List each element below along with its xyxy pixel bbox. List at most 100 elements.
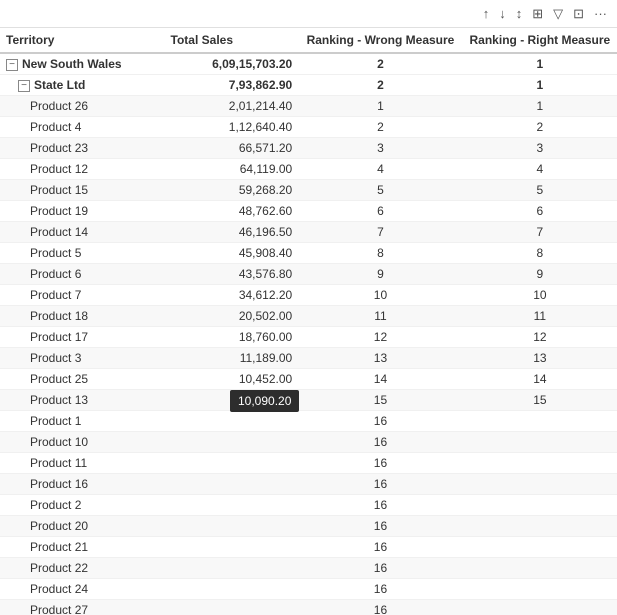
cell-territory: Product 4 bbox=[0, 117, 165, 138]
cell-rank-wrong: 3 bbox=[298, 138, 463, 159]
row-label: Product 13 bbox=[30, 393, 88, 407]
cell-territory: Product 20 bbox=[0, 516, 165, 537]
cell-rank-wrong: 8 bbox=[298, 243, 463, 264]
cell-sales: 43,576.80 bbox=[165, 264, 299, 285]
col-header-sales[interactable]: Total Sales bbox=[165, 28, 299, 53]
table-row: −State Ltd7,93,862.9021 bbox=[0, 75, 617, 96]
table-row: Product 1016 bbox=[0, 432, 617, 453]
cell-territory: Product 23 bbox=[0, 138, 165, 159]
cell-territory: Product 19 bbox=[0, 201, 165, 222]
cell-sales: 45,908.40 bbox=[165, 243, 299, 264]
table-row: Product 1559,268.2055 bbox=[0, 180, 617, 201]
cell-sales: 10,452.00 bbox=[165, 369, 299, 390]
sort-both-icon[interactable]: ↕ bbox=[514, 4, 525, 23]
cell-rank-right bbox=[463, 495, 617, 516]
row-label: Product 18 bbox=[30, 309, 88, 323]
row-label: Product 25 bbox=[30, 372, 88, 386]
table-row: Product 1446,196.5077 bbox=[0, 222, 617, 243]
cell-sales bbox=[165, 453, 299, 474]
row-label: Product 21 bbox=[30, 540, 88, 554]
cell-rank-wrong: 16 bbox=[298, 600, 463, 615]
cell-rank-right: 9 bbox=[463, 264, 617, 285]
row-label: Product 23 bbox=[30, 141, 88, 155]
expand-icon[interactable]: ⊞ bbox=[530, 4, 545, 24]
cell-rank-right bbox=[463, 516, 617, 537]
cell-rank-right: 8 bbox=[463, 243, 617, 264]
table-row: Product 27 16 bbox=[0, 600, 617, 615]
cell-rank-right bbox=[463, 600, 617, 615]
row-label: Product 6 bbox=[30, 267, 81, 281]
cell-sales: 48,762.60 bbox=[165, 201, 299, 222]
cell-territory: Product 10 bbox=[0, 432, 165, 453]
cell-sales: 2,01,214.40 bbox=[165, 96, 299, 117]
cell-rank-wrong: 5 bbox=[298, 180, 463, 201]
collapse-icon[interactable]: − bbox=[6, 59, 18, 71]
cell-rank-right bbox=[463, 558, 617, 579]
collapse-icon[interactable]: − bbox=[18, 80, 30, 92]
cell-territory: Product 1 bbox=[0, 411, 165, 432]
row-label: Product 7 bbox=[30, 288, 81, 302]
cell-rank-right bbox=[463, 432, 617, 453]
row-label: New South Wales bbox=[22, 57, 122, 71]
cell-rank-right bbox=[463, 474, 617, 495]
col-header-ranking-right[interactable]: Ranking - Right Measure bbox=[463, 28, 617, 53]
cell-sales bbox=[165, 495, 299, 516]
row-label: Product 20 bbox=[30, 519, 88, 533]
grid-icon[interactable]: ⊡ bbox=[571, 4, 586, 24]
row-label: Product 27 bbox=[30, 603, 88, 615]
more-icon[interactable]: ··· bbox=[592, 4, 609, 23]
cell-territory: −New South Wales bbox=[0, 53, 165, 75]
cell-territory: Product 24 bbox=[0, 579, 165, 600]
table-row: Product 262,01,214.4011 bbox=[0, 96, 617, 117]
cell-territory: Product 18 bbox=[0, 306, 165, 327]
cell-rank-right: 4 bbox=[463, 159, 617, 180]
row-label: Product 12 bbox=[30, 162, 88, 176]
cell-territory: Product 25 bbox=[0, 369, 165, 390]
cell-sales bbox=[165, 474, 299, 495]
cell-rank-wrong: 16 bbox=[298, 411, 463, 432]
col-header-territory[interactable]: Territory bbox=[0, 28, 165, 53]
cell-territory: Product 2 bbox=[0, 495, 165, 516]
sort-asc-icon[interactable]: ↑ bbox=[481, 4, 492, 23]
cell-territory: Product 22 bbox=[0, 558, 165, 579]
cell-sales: 20,502.00 bbox=[165, 306, 299, 327]
table-row: Product 2510,452.001414 bbox=[0, 369, 617, 390]
cell-territory: Product 13 bbox=[0, 390, 165, 411]
cell-rank-right: 5 bbox=[463, 180, 617, 201]
cell-sales bbox=[165, 411, 299, 432]
cell-territory: Product 5 bbox=[0, 243, 165, 264]
cell-rank-right: 1 bbox=[463, 96, 617, 117]
filter-icon[interactable]: ▽ bbox=[551, 4, 565, 24]
cell-rank-right: 6 bbox=[463, 201, 617, 222]
cell-rank-wrong: 9 bbox=[298, 264, 463, 285]
cell-rank-wrong: 16 bbox=[298, 579, 463, 600]
cell-territory: Product 11 bbox=[0, 453, 165, 474]
cell-territory: −State Ltd bbox=[0, 75, 165, 96]
table-row: Product 2366,571.2033 bbox=[0, 138, 617, 159]
table-container[interactable]: Territory Total Sales Ranking - Wrong Me… bbox=[0, 28, 617, 615]
row-label: Product 4 bbox=[30, 120, 81, 134]
cell-rank-wrong: 2 bbox=[298, 53, 463, 75]
table-header: Territory Total Sales Ranking - Wrong Me… bbox=[0, 28, 617, 53]
row-label: Product 24 bbox=[30, 582, 88, 596]
cell-rank-wrong: 2 bbox=[298, 117, 463, 138]
sort-desc-icon[interactable]: ↓ bbox=[497, 4, 508, 23]
table-row: Product 2216 bbox=[0, 558, 617, 579]
cell-territory: Product 27 bbox=[0, 600, 165, 615]
cell-rank-wrong: 16 bbox=[298, 495, 463, 516]
col-header-ranking-wrong[interactable]: Ranking - Wrong Measure bbox=[298, 28, 463, 53]
cell-rank-right: 7 bbox=[463, 222, 617, 243]
cell-rank-wrong: 11 bbox=[298, 306, 463, 327]
cell-territory: Product 16 bbox=[0, 474, 165, 495]
cell-rank-wrong: 10 bbox=[298, 285, 463, 306]
cell-territory: Product 26 bbox=[0, 96, 165, 117]
row-label: Product 19 bbox=[30, 204, 88, 218]
cell-sales: 1,12,640.40 bbox=[165, 117, 299, 138]
row-label: Product 22 bbox=[30, 561, 88, 575]
table-row: Product 1718,760.001212 bbox=[0, 327, 617, 348]
row-label: Product 2 bbox=[30, 498, 81, 512]
cell-sales bbox=[165, 600, 299, 615]
table-row: Product 1 16 bbox=[0, 411, 617, 432]
cell-sales: 64,119.00 bbox=[165, 159, 299, 180]
cell-rank-wrong: 16 bbox=[298, 453, 463, 474]
